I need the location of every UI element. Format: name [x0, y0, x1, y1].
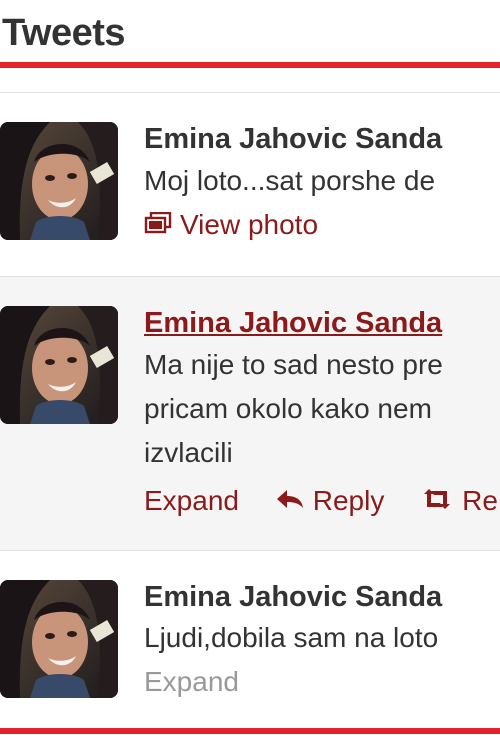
reply-icon: [275, 481, 305, 521]
tweet-author-name[interactable]: Emina Jahovic Sanda: [144, 579, 500, 615]
tweet-text-line: Ljudi,dobila sam na loto: [144, 622, 439, 653]
view-photo-link[interactable]: View photo: [144, 205, 318, 247]
tweet-actions: Expand Reply Re: [144, 481, 500, 523]
tweet-item[interactable]: Emina Jahovic Sanda Ljudi,dobila sam na …: [0, 550, 500, 729]
tweet-actions: Expand: [144, 662, 500, 702]
tweet-text-line: izvlacili: [144, 437, 233, 468]
tweet-author-name[interactable]: Emina Jahovic Sanda: [144, 305, 500, 341]
footer-divider: [0, 728, 500, 734]
expand-link[interactable]: Expand: [144, 662, 239, 702]
spacer: [0, 68, 500, 92]
reply-button[interactable]: Reply: [275, 481, 385, 523]
tweet-item[interactable]: Emina Jahovic Sanda Moj loto...sat porsh…: [0, 92, 500, 277]
retweet-label: Re: [462, 485, 498, 516]
avatar-image: [0, 122, 118, 240]
photo-icon: [144, 205, 172, 245]
avatar[interactable]: [0, 122, 118, 240]
tweet-content: Emina Jahovic Sanda Ma nije to sad nesto…: [144, 305, 500, 523]
avatar[interactable]: [0, 580, 118, 698]
page-title: Tweets: [2, 12, 126, 54]
tweets-header: Tweets: [0, 0, 500, 62]
tweet-text: Ljudi,dobila sam na loto: [144, 616, 500, 660]
tweet-text-line: Moj loto...sat porshe de: [144, 165, 436, 196]
avatar[interactable]: [0, 306, 118, 424]
retweet-button[interactable]: Re: [420, 481, 498, 523]
tweet-item[interactable]: Emina Jahovic Sanda Ma nije to sad nesto…: [0, 276, 500, 551]
tweets-page: Tweets Emina Jahovic Sanda Moj loto...sa…: [0, 0, 500, 750]
expand-link[interactable]: Expand: [144, 481, 239, 521]
reply-label: Reply: [312, 485, 385, 516]
tweet-author-name[interactable]: Emina Jahovic Sanda: [144, 121, 500, 157]
tweet-text: Moj loto...sat porshe de: [144, 159, 500, 203]
tweet-content: Emina Jahovic Sanda Moj loto...sat porsh…: [144, 121, 500, 247]
avatar-image: [0, 306, 118, 424]
tweet-content: Emina Jahovic Sanda Ljudi,dobila sam na …: [144, 579, 500, 702]
tweet-text: Ma nije to sad nesto pre pricam okolo ka…: [144, 343, 500, 475]
tweet-actions: View photo: [144, 205, 500, 247]
view-photo-label: View photo: [180, 209, 319, 240]
tweet-text-line: Ma nije to sad nesto pre: [144, 349, 443, 380]
tweet-text-line: pricam okolo kako nem: [144, 393, 432, 424]
avatar-image: [0, 580, 118, 698]
retweet-icon: [420, 481, 454, 521]
